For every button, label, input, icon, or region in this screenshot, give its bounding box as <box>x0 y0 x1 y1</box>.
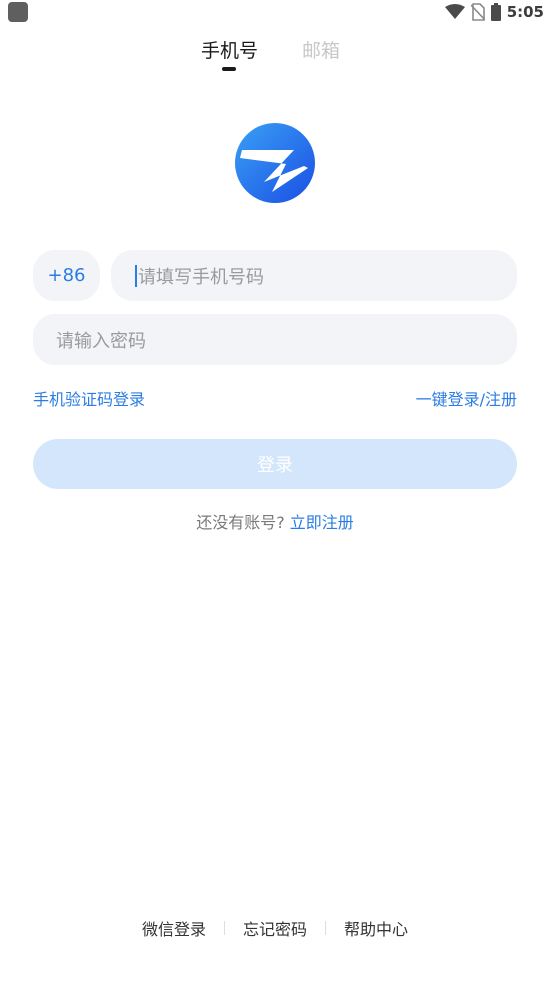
text-caret <box>135 264 137 287</box>
app-indicator-icon <box>8 2 28 22</box>
password-input[interactable]: 请输入密码 <box>33 314 517 365</box>
status-time: 5:05 <box>506 3 544 21</box>
wifi-icon <box>444 4 465 19</box>
phone-input[interactable]: 请填写手机号码 <box>111 250 517 301</box>
help-center-link[interactable]: 帮助中心 <box>344 916 408 940</box>
battery-icon <box>490 3 501 21</box>
wechat-login-link[interactable]: 微信登录 <box>142 916 206 940</box>
tab-phone[interactable]: 手机号 <box>201 36 258 63</box>
no-sim-icon <box>470 3 485 21</box>
app-logo-icon <box>235 123 315 203</box>
status-bar: 5:05 <box>0 0 550 24</box>
active-tab-indicator <box>222 67 236 71</box>
footer-divider <box>325 921 326 935</box>
sms-login-link[interactable]: 手机验证码登录 <box>33 386 145 410</box>
login-method-tabs: 手机号 邮箱 <box>0 36 550 76</box>
register-link[interactable]: 立即注册 <box>290 513 354 532</box>
login-button[interactable]: 登录 <box>33 439 517 489</box>
phone-placeholder: 请填写手机号码 <box>138 266 264 288</box>
one-key-login-link[interactable]: 一键登录/注册 <box>416 386 517 410</box>
tab-email[interactable]: 邮箱 <box>302 36 340 63</box>
forgot-password-link[interactable]: 忘记密码 <box>243 916 307 940</box>
register-prompt: 还没有账号? <box>196 513 285 532</box>
status-icons: 5:05 <box>444 0 544 24</box>
country-code-selector[interactable]: +86 <box>33 250 100 301</box>
footer-links: 微信登录 忘记密码 帮助中心 <box>0 916 550 940</box>
password-placeholder: 请输入密码 <box>56 330 146 352</box>
footer-divider <box>223 921 225 935</box>
register-row: 还没有账号? 立即注册 <box>0 509 550 533</box>
